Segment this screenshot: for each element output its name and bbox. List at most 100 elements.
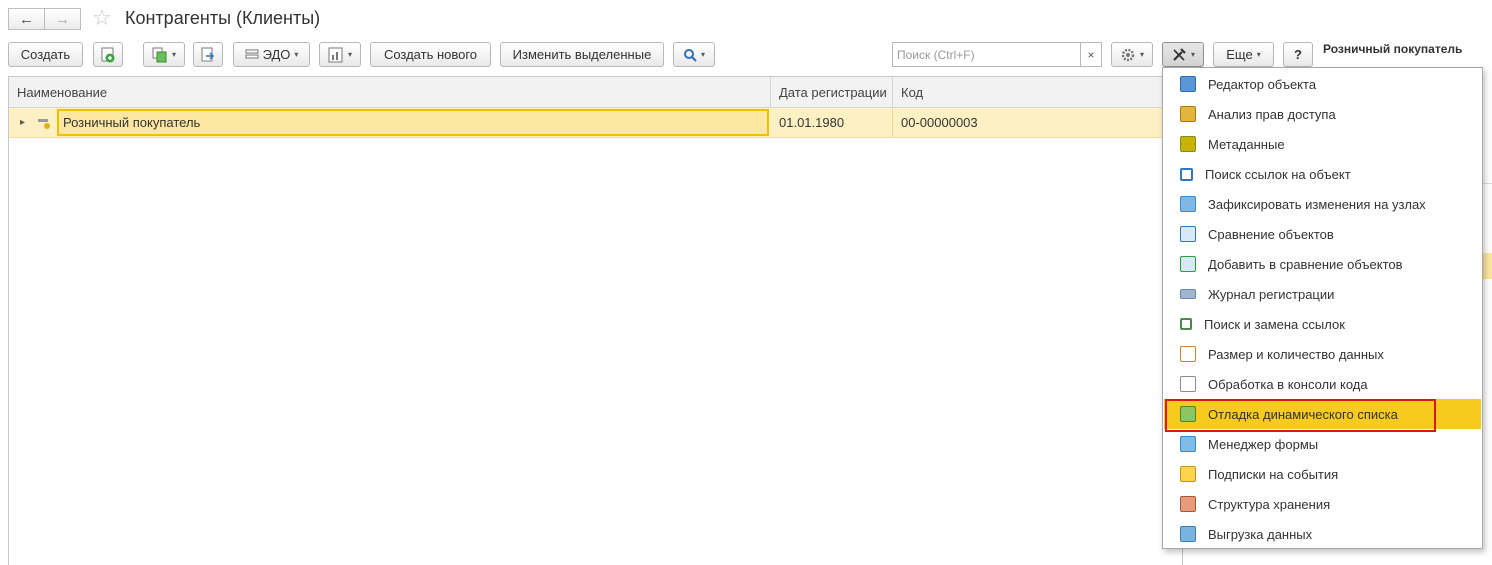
column-header-code[interactable]: Код bbox=[893, 77, 1184, 108]
table-header: Наименование Дата регистрации Код bbox=[9, 77, 1182, 108]
menu-item-label: Журнал регистрации bbox=[1208, 286, 1335, 302]
cell-name[interactable]: Розничный покупатель bbox=[57, 109, 769, 136]
menu-item-commit-nodes[interactable]: Зафиксировать изменения на узлах bbox=[1164, 189, 1481, 219]
menu-item-label: Менеджер формы bbox=[1208, 436, 1319, 452]
print-preview-button[interactable] bbox=[193, 42, 223, 67]
edo-icon bbox=[245, 49, 259, 58]
page-title: Контрагенты (Клиенты) bbox=[125, 8, 321, 28]
menu-item-label: Метаданные bbox=[1208, 136, 1285, 152]
menu-item-event-log[interactable]: Журнал регистрации bbox=[1164, 279, 1481, 309]
menu-item-event-subscriptions[interactable]: Подписки на события bbox=[1164, 459, 1481, 489]
menu-item-compare-objects[interactable]: Сравнение объектов bbox=[1164, 219, 1481, 249]
storage-icon bbox=[1180, 496, 1196, 512]
column-header-name[interactable]: Наименование bbox=[9, 77, 771, 108]
caret-icon: ▾ bbox=[171, 50, 176, 59]
help-label: ? bbox=[1294, 47, 1302, 62]
column-header-date[interactable]: Дата регистрации bbox=[771, 77, 893, 108]
create-group-button[interactable] bbox=[93, 42, 123, 67]
menu-item-label: Редактор объекта bbox=[1208, 76, 1317, 92]
copy-menu-button[interactable]: ▾ bbox=[143, 42, 185, 67]
menu-item-label: Добавить в сравнение объектов bbox=[1208, 256, 1403, 272]
menu-item-data-size[interactable]: Размер и количество данных bbox=[1164, 339, 1481, 369]
caret-icon: ▾ bbox=[347, 50, 352, 59]
edit-selected-label: Изменить выделенные bbox=[512, 47, 652, 62]
metadata-icon bbox=[1180, 136, 1196, 152]
menu-item-label: Поиск и замена ссылок bbox=[1204, 316, 1345, 332]
cell-code[interactable]: 00-00000003 bbox=[893, 108, 1184, 137]
add-compare-icon bbox=[1180, 256, 1196, 272]
menu-item-object-editor[interactable]: Редактор объекта bbox=[1164, 69, 1481, 99]
caret-icon: ▾ bbox=[294, 50, 299, 59]
compare-icon bbox=[1180, 226, 1196, 242]
menu-item-data-export[interactable]: Выгрузка данных bbox=[1164, 519, 1481, 549]
counterparty-icon bbox=[38, 119, 50, 129]
menu-item-label: Отладка динамического списка bbox=[1208, 406, 1398, 422]
caret-icon: ▾ bbox=[1139, 50, 1144, 59]
journal-icon bbox=[1180, 289, 1196, 299]
menu-item-form-manager[interactable]: Менеджер формы bbox=[1164, 429, 1481, 459]
menu-item-label: Структура хранения bbox=[1208, 496, 1331, 512]
help-button[interactable]: ? bbox=[1283, 42, 1313, 67]
reports-menu-button[interactable]: ▾ bbox=[319, 42, 361, 67]
menu-item-label: Подписки на события bbox=[1208, 466, 1339, 482]
edo-label: ЭДО bbox=[262, 47, 291, 62]
edo-menu-button[interactable]: ЭДО ▾ bbox=[233, 42, 310, 67]
gear-icon bbox=[1121, 48, 1135, 61]
events-icon bbox=[1180, 466, 1196, 482]
search-menu-button[interactable]: ▾ bbox=[673, 42, 715, 67]
menu-item-debug-dynamic-list[interactable]: Отладка динамического списка bbox=[1164, 399, 1481, 432]
nodes-icon bbox=[1180, 196, 1196, 212]
tools-icon bbox=[1173, 47, 1186, 61]
menu-item-storage-structure[interactable]: Структура хранения bbox=[1164, 489, 1481, 519]
menu-item-access-rights[interactable]: Анализ прав доступа bbox=[1164, 99, 1481, 129]
side-panel-selection bbox=[1483, 253, 1492, 279]
menu-item-code-console[interactable]: Обработка в консоли кода bbox=[1164, 369, 1481, 399]
create-button-label: Создать bbox=[20, 47, 71, 62]
search-input[interactable]: Поиск (Ctrl+F) bbox=[892, 42, 1081, 67]
back-button[interactable]: ← bbox=[8, 8, 45, 30]
forward-button[interactable]: → bbox=[44, 8, 81, 30]
side-panel-title: Розничный покупатель bbox=[1323, 42, 1463, 56]
menu-item-label: Анализ прав доступа bbox=[1208, 106, 1336, 122]
tools-dropdown-menu: Редактор объекта Анализ прав доступа Мет… bbox=[1162, 67, 1483, 549]
menu-item-label: Поиск ссылок на объект bbox=[1205, 166, 1351, 182]
report-icon bbox=[328, 47, 343, 62]
side-panel-divider bbox=[1483, 183, 1492, 184]
data-size-icon bbox=[1180, 346, 1196, 362]
replace-links-icon bbox=[1180, 318, 1192, 330]
create-new-button[interactable]: Создать нового bbox=[370, 42, 491, 67]
table-row[interactable]: ▸ Розничный покупатель 01.01.1980 00-000… bbox=[9, 108, 1182, 138]
arrow-right-icon: → bbox=[55, 10, 70, 28]
more-menu-button[interactable]: Еще ▾ bbox=[1213, 42, 1274, 67]
edit-selected-button[interactable]: Изменить выделенные bbox=[500, 42, 664, 67]
tools-menu-button[interactable]: ▾ bbox=[1162, 42, 1204, 67]
debug-list-icon bbox=[1180, 406, 1196, 422]
cell-date[interactable]: 01.01.1980 bbox=[771, 108, 893, 137]
menu-item-label: Обработка в консоли кода bbox=[1208, 376, 1368, 392]
lock-icon bbox=[1180, 106, 1196, 122]
close-icon: × bbox=[1087, 47, 1095, 62]
menu-item-metadata[interactable]: Метаданные bbox=[1164, 129, 1481, 159]
search-links-icon bbox=[1180, 167, 1193, 181]
export-icon bbox=[1180, 526, 1196, 542]
menu-item-add-compare[interactable]: Добавить в сравнение объектов bbox=[1164, 249, 1481, 279]
magnifier-icon bbox=[683, 48, 697, 62]
caret-icon: ▾ bbox=[700, 50, 705, 59]
menu-item-search-links[interactable]: Поиск ссылок на объект bbox=[1164, 159, 1481, 189]
arrow-left-icon: ← bbox=[19, 10, 34, 28]
editor-icon bbox=[1180, 76, 1196, 92]
expand-arrow-icon[interactable]: ▸ bbox=[20, 108, 25, 137]
search-placeholder: Поиск (Ctrl+F) bbox=[897, 47, 975, 62]
menu-item-label: Выгрузка данных bbox=[1208, 526, 1313, 542]
create-new-label: Создать нового bbox=[383, 47, 478, 62]
add-green-icon bbox=[101, 47, 115, 62]
document-arrow-icon bbox=[201, 47, 215, 61]
create-button[interactable]: Создать bbox=[8, 42, 83, 67]
caret-icon: ▾ bbox=[1256, 50, 1261, 59]
search-clear-button[interactable]: × bbox=[1080, 42, 1102, 67]
clients-table[interactable]: Наименование Дата регистрации Код ▸ Розн… bbox=[8, 76, 1183, 565]
menu-item-replace-links[interactable]: Поиск и замена ссылок bbox=[1164, 309, 1481, 339]
settings-menu-button[interactable]: ▾ bbox=[1111, 42, 1153, 67]
menu-item-label: Размер и количество данных bbox=[1208, 346, 1384, 362]
favorite-star-icon[interactable]: ☆ bbox=[92, 5, 112, 31]
